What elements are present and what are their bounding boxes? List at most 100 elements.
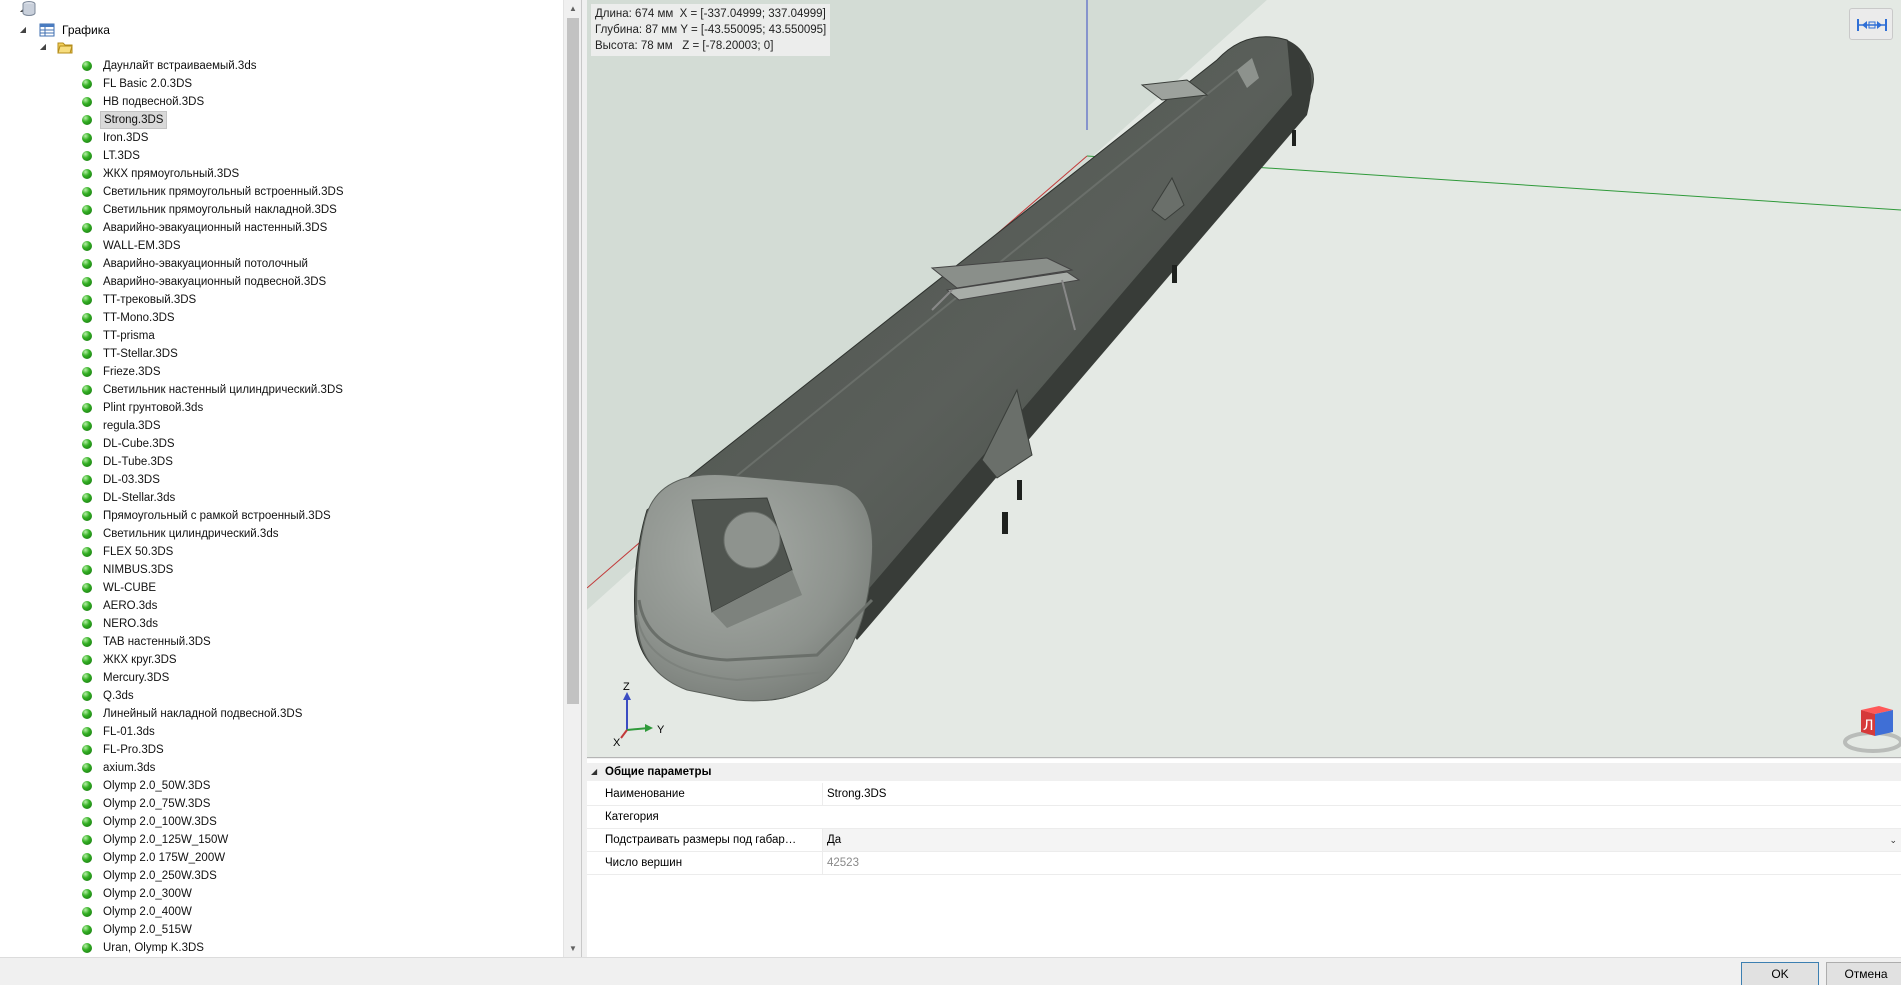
green-dot-icon (82, 349, 92, 359)
tree-item-label: Mercury.3DS (103, 672, 170, 684)
property-value-vertex-count: 42523 (822, 852, 1901, 874)
expand-arrow-icon[interactable]: ◢ (38, 38, 48, 56)
y-range-label: Y = [-43.550095; 43.550095] (680, 24, 827, 36)
tree-item-label: regula.3DS (103, 420, 161, 432)
tree-item-label: Olymp 2.0_75W.3DS (103, 798, 211, 810)
green-dot-icon (82, 745, 92, 755)
property-row-category[interactable]: Категория (587, 806, 1901, 829)
green-dot-icon (82, 925, 92, 935)
nav-cube-face-label: Л (1863, 718, 1874, 734)
3d-viewport[interactable]: Длина: 674 мм X = [-337.04999; 337.04999… (587, 0, 1901, 758)
tree-item-label: Olymp 2.0_515W (103, 924, 192, 936)
green-dot-icon (82, 241, 92, 251)
green-dot-icon (82, 619, 92, 629)
dimensions-overlay: Длина: 674 мм X = [-337.04999; 337.04999… (591, 4, 831, 56)
property-grid: ◢ Общие параметры Наименование Strong.3D… (587, 759, 1901, 957)
scroll-down-icon[interactable]: ▼ (564, 940, 581, 957)
tree-item-label: Даунлайт встраиваемый.3ds (103, 60, 257, 72)
green-dot-icon (82, 61, 92, 71)
tree-item-label: NIMBUS.3DS (103, 564, 174, 576)
property-row-name[interactable]: Наименование Strong.3DS (587, 783, 1901, 806)
tree-item-label: Линейный накладной подвесной.3DS (103, 708, 303, 720)
tree-item-label: Olymp 2.0_400W (103, 906, 192, 918)
scroll-thumb[interactable] (567, 18, 579, 704)
property-row-vertex-count[interactable]: Число вершин 42523 (587, 852, 1901, 875)
tree-item-label: DL-03.3DS (103, 474, 160, 486)
tree-item-label: Olymp 2.0_50W.3DS (103, 780, 211, 792)
tree-item-label: Аварийно-эвакуационный потолочный (103, 258, 308, 270)
tree-item-label: Olymp 2.0_250W.3DS (103, 870, 217, 882)
navigation-cube[interactable]: Л (1833, 698, 1901, 754)
green-dot-icon (82, 205, 92, 215)
green-dot-icon (82, 889, 92, 899)
ok-button[interactable]: OK (1741, 962, 1819, 985)
model-tree: ◢ ◢ Графика ◢ Даунлайт встраиваемый.3ds F… (0, 0, 582, 957)
green-dot-icon (82, 817, 92, 827)
height-label: Высота: 78 мм (595, 40, 673, 52)
property-row-fit-size[interactable]: Подстраивать размеры под габарит... Да ⌄ (587, 829, 1901, 852)
tree-item-label: Uran, Olymp K.3DS (103, 942, 204, 954)
x-range-label: X = [-337.04999; 337.04999] (679, 8, 826, 20)
green-dot-icon (82, 511, 92, 521)
green-dot-icon (82, 673, 92, 683)
property-name: Наименование (605, 788, 685, 800)
tree-item-label: FL-01.3ds (103, 726, 155, 738)
cancel-button[interactable]: Отмена (1826, 962, 1901, 985)
green-dot-icon (82, 403, 92, 413)
property-value-name[interactable]: Strong.3DS (822, 783, 1901, 805)
green-dot-icon (82, 313, 92, 323)
tree-item-label: Strong.3DS (100, 111, 168, 129)
green-dot-icon (82, 331, 92, 341)
green-dot-icon (82, 943, 92, 953)
property-name: Подстраивать размеры под габарит... (605, 834, 799, 846)
tree-item-label: TT-Stellar.3DS (103, 348, 178, 360)
green-dot-icon (82, 547, 92, 557)
green-dot-icon (82, 763, 92, 773)
property-name: Категория (605, 811, 659, 823)
green-dot-icon (82, 367, 92, 377)
green-dot-icon (82, 475, 92, 485)
length-label: Длина: 674 мм (595, 8, 674, 20)
tree-item-label: Светильник прямоугольный накладной.3DS (103, 204, 337, 216)
tree-item-label: Аварийно-эвакуационный настенный.3DS (103, 222, 328, 234)
tree-item-label: Plint грунтовой.3ds (103, 402, 204, 414)
property-group-header[interactable]: ◢ Общие параметры (587, 763, 1901, 781)
tree-item-label: Olymp 2.0_100W.3DS (103, 816, 217, 828)
tree-item-label: Frieze.3DS (103, 366, 161, 378)
folder-icon (57, 42, 73, 54)
green-dot-icon (82, 385, 92, 395)
green-dot-icon (82, 79, 92, 89)
tree-folder-row[interactable]: ◢ (0, 38, 100, 56)
green-dot-icon (82, 133, 92, 143)
fit-view-button[interactable] (1849, 8, 1893, 40)
tree-db-row[interactable]: ◢ (0, 0, 60, 18)
table-icon (39, 23, 55, 37)
green-dot-icon (82, 115, 92, 125)
green-dot-icon (82, 529, 92, 539)
tree-item-label: ЖКХ круг.3DS (103, 654, 177, 666)
tree-graphics-row[interactable]: ◢ Графика (0, 21, 200, 39)
collapse-arrow-icon[interactable]: ◢ (591, 763, 597, 781)
tree-item-label: Светильник цилиндрический.3ds (103, 528, 279, 540)
axis-x-label: X (613, 737, 621, 748)
tree-scrollbar[interactable]: ▲ ▼ (563, 0, 581, 957)
property-name: Число вершин (605, 857, 683, 869)
green-dot-icon (82, 439, 92, 449)
green-dot-icon (82, 295, 92, 305)
green-dot-icon (82, 727, 92, 737)
expand-arrow-icon[interactable]: ◢ (18, 21, 28, 39)
property-value-fit-size-select[interactable]: Да (822, 829, 1901, 851)
chevron-down-icon[interactable]: ⌄ (1889, 829, 1897, 851)
green-dot-icon (82, 799, 92, 809)
green-dot-icon (82, 781, 92, 791)
tree-item-label: DL-Tube.3DS (103, 456, 173, 468)
green-dot-icon (82, 493, 92, 503)
axis-y-label: Y (657, 724, 665, 736)
green-dot-icon (82, 655, 92, 665)
tree-item-label: FL Basic 2.0.3DS (103, 78, 193, 90)
green-dot-icon (82, 871, 92, 881)
tree-item-label: ЖКХ прямоугольный.3DS (103, 168, 240, 180)
scroll-up-icon[interactable]: ▲ (564, 0, 581, 17)
tree-root-label: Графика (62, 23, 110, 37)
dialog-button-bar: OK Отмена (0, 957, 1901, 985)
